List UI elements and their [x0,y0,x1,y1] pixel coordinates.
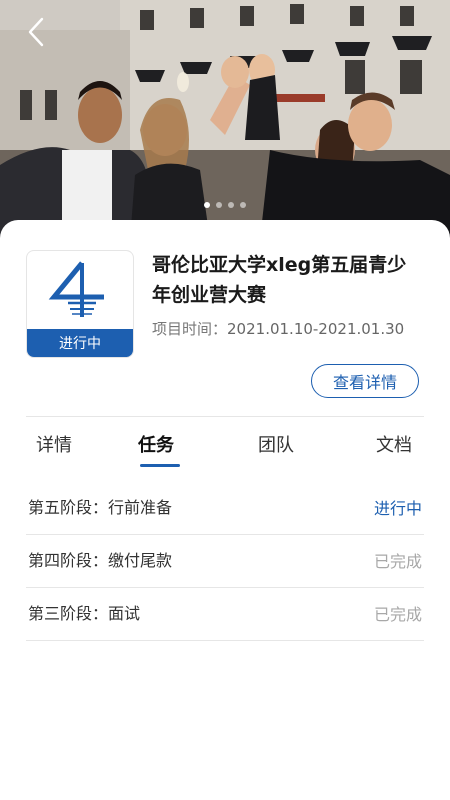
stage-row[interactable]: 第五阶段：行前准备 进行中 [26,482,424,535]
stage-status: 已完成 [373,605,422,624]
carousel-indicator [0,202,450,208]
chevron-left-icon [28,17,44,47]
project-sheet: 进行中 哥伦比亚大学xleg第五届青少年创业营大赛 项目时间：2021.01.1… [0,220,450,800]
tab-details[interactable]: 详情 [36,428,72,476]
carousel-dot[interactable] [228,202,234,208]
carousel-dot[interactable] [204,202,210,208]
project-logo-icon [27,251,133,329]
carousel-dot[interactable] [240,202,246,208]
stage-row[interactable]: 第四阶段：缴付尾款 已完成 [26,535,424,588]
stage-row[interactable]: 第三阶段：面试 已完成 [26,588,424,641]
view-details-button[interactable]: 查看详情 [311,364,419,398]
stage-name: 第五阶段：行前准备 [28,498,173,517]
stage-name: 第三阶段：面试 [28,604,141,623]
active-tab-indicator [140,464,180,467]
status-badge: 进行中 [27,329,133,357]
divider [26,416,424,417]
stage-status: 已完成 [373,552,422,571]
stage-list: 第五阶段：行前准备 进行中 第四阶段：缴付尾款 已完成 第三阶段：面试 已完成 [26,482,424,641]
hero-banner [0,0,450,240]
stage-status: 进行中 [373,499,422,518]
back-button[interactable] [18,14,54,50]
tab-documents[interactable]: 文档 [376,428,412,476]
period-label: 项目时间： [152,320,228,338]
project-period: 项目时间：2021.01.10-2021.01.30 [152,318,404,339]
period-value: 2021.01.10-2021.01.30 [227,320,405,338]
project-title: 哥伦比亚大学xleg第五届青少年创业营大赛 [152,254,407,306]
tab-tasks[interactable]: 任务 [138,428,174,476]
stage-name: 第四阶段：缴付尾款 [28,551,173,570]
project-logo-card: 进行中 [26,250,134,358]
tab-team[interactable]: 团队 [258,428,294,476]
carousel-dot[interactable] [216,202,222,208]
tab-bar: 详情 任务 团队 文档 [26,428,424,476]
